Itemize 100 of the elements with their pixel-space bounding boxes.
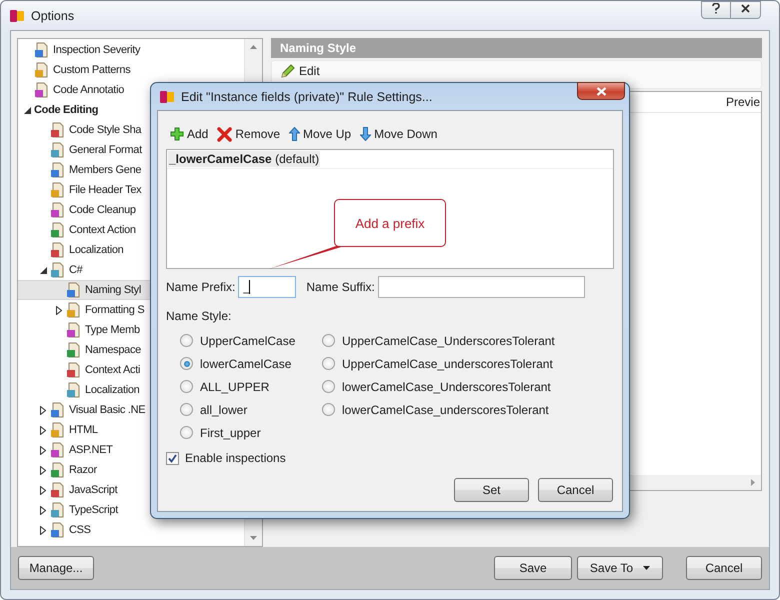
expand-arrow-icon[interactable]	[40, 446, 46, 454]
close-icon	[596, 86, 606, 96]
document-icon	[66, 302, 82, 318]
dialog-button[interactable]: Cancel	[538, 478, 613, 502]
document-icon	[50, 402, 66, 418]
radio-button[interactable]	[180, 380, 193, 393]
tree-item[interactable]: JavaScript	[18, 480, 244, 500]
document-icon	[34, 62, 50, 78]
radio-button[interactable]	[322, 380, 335, 393]
tree-item[interactable]: Custom Patterns	[18, 60, 244, 80]
plus-icon	[170, 127, 184, 141]
close-button[interactable]	[577, 82, 625, 100]
pencil-icon	[280, 63, 296, 79]
document-icon	[50, 222, 66, 238]
toolbar-button[interactable]: Add	[168, 125, 210, 143]
column-header[interactable]: Previe	[726, 95, 761, 109]
document-icon	[34, 42, 50, 58]
dialog-title: Edit "Instance fields (private)" Rule Settings...	[181, 90, 432, 104]
collapse-arrow-icon[interactable]	[40, 266, 46, 274]
toolbar-button[interactable]: Move Up	[287, 125, 354, 143]
radio-button[interactable]	[180, 426, 193, 439]
window-title: Options	[31, 8, 74, 22]
expand-arrow-icon[interactable]	[40, 506, 46, 514]
radio-option[interactable]: UpperCamelCase	[180, 329, 322, 352]
toolbar-button[interactable]: Remove	[215, 124, 282, 144]
document-icon	[50, 202, 66, 218]
radio-option[interactable]: UpperCamelCase_underscoresTolerant	[322, 352, 555, 375]
up-arrow-icon	[289, 127, 300, 141]
expand-arrow-icon[interactable]	[40, 406, 46, 414]
toolbar-button[interactable]: Move Down	[358, 125, 440, 143]
tree-item[interactable]: CSS	[18, 520, 244, 540]
footer-button[interactable]: Cancel	[686, 556, 762, 580]
scroll-down-icon[interactable]	[250, 536, 257, 540]
list-item[interactable]: _lowerCamelCase (default)	[168, 151, 320, 167]
document-icon	[50, 182, 66, 198]
tree-item[interactable]: TypeScript	[18, 500, 244, 520]
radio-button[interactable]	[322, 403, 335, 416]
edit-button[interactable]: Edit	[278, 61, 322, 81]
document-icon	[50, 462, 66, 478]
document-icon	[50, 122, 66, 138]
panel-header: Naming Style	[271, 38, 762, 58]
radio-option[interactable]: lowerCamelCase_UnderscoresTolerant	[322, 375, 555, 398]
tree-item[interactable]: Inspection Severity	[18, 40, 244, 60]
help-button[interactable]	[701, 1, 731, 19]
radio-button[interactable]	[322, 357, 335, 370]
radio-option[interactable]: ALL_UPPER	[180, 375, 322, 398]
close-icon	[741, 4, 750, 13]
field-label: Name Prefix:	[166, 280, 236, 294]
tree-item[interactable]: File Header Tex	[18, 180, 244, 200]
document-icon	[50, 262, 66, 278]
footer-button[interactable]: Manage...	[18, 556, 94, 580]
document-icon	[50, 422, 66, 438]
expand-arrow-icon[interactable]	[40, 466, 46, 474]
document-icon	[50, 482, 66, 498]
tree-item[interactable]: Context Action	[18, 220, 244, 240]
down-arrow-icon	[360, 127, 372, 141]
dialog-button[interactable]: Set	[454, 478, 529, 502]
radio-option[interactable]: lowerCamelCase_underscoresTolerant	[322, 398, 555, 421]
tree-item[interactable]: Localization	[18, 240, 244, 260]
question-mark-icon	[712, 3, 720, 14]
document-icon	[66, 342, 82, 358]
cross-icon	[217, 126, 232, 142]
document-icon	[50, 522, 66, 538]
radio-button[interactable]	[180, 334, 193, 347]
expand-arrow-icon[interactable]	[40, 486, 46, 494]
radio-button[interactable]	[322, 334, 335, 347]
document-icon	[66, 282, 82, 298]
collapse-arrow-icon[interactable]	[24, 106, 30, 114]
checkbox-option[interactable]: Enable inspections	[166, 448, 614, 468]
app-logo-icon	[159, 88, 175, 104]
scroll-up-icon[interactable]	[250, 45, 257, 49]
close-button[interactable]	[731, 1, 761, 19]
suffix-field[interactable]	[378, 276, 585, 298]
document-icon	[66, 362, 82, 378]
field-label: Name Suffix:	[306, 280, 375, 294]
app-logo-icon	[9, 8, 25, 24]
expand-arrow-icon[interactable]	[40, 426, 46, 434]
document-icon	[50, 242, 66, 258]
radio-option[interactable]: lowerCamelCase	[180, 352, 322, 375]
tree-item[interactable]: Code Cleanup	[18, 200, 244, 220]
radio-option[interactable]: UpperCamelCase_UnderscoresTolerant	[322, 329, 555, 352]
radio-option[interactable]: First_upper	[180, 421, 322, 444]
document-icon	[50, 162, 66, 178]
document-icon	[66, 382, 82, 398]
caret-icon	[643, 566, 650, 570]
document-icon	[66, 322, 82, 338]
document-icon	[50, 442, 66, 458]
radio-button[interactable]	[180, 357, 193, 370]
split-button[interactable]: Save To	[577, 556, 663, 580]
callout: Add a prefix	[334, 199, 446, 247]
checkbox[interactable]	[166, 452, 179, 464]
radio-option[interactable]: all_lower	[180, 398, 322, 421]
section-label: Name Style:	[166, 309, 232, 325]
document-icon	[50, 502, 66, 518]
radio-button[interactable]	[180, 403, 193, 416]
expand-arrow-icon[interactable]	[40, 526, 46, 534]
expand-arrow-icon[interactable]	[56, 306, 62, 314]
document-icon	[34, 82, 50, 98]
document-icon	[50, 142, 66, 158]
footer-button[interactable]: Save	[494, 556, 572, 580]
